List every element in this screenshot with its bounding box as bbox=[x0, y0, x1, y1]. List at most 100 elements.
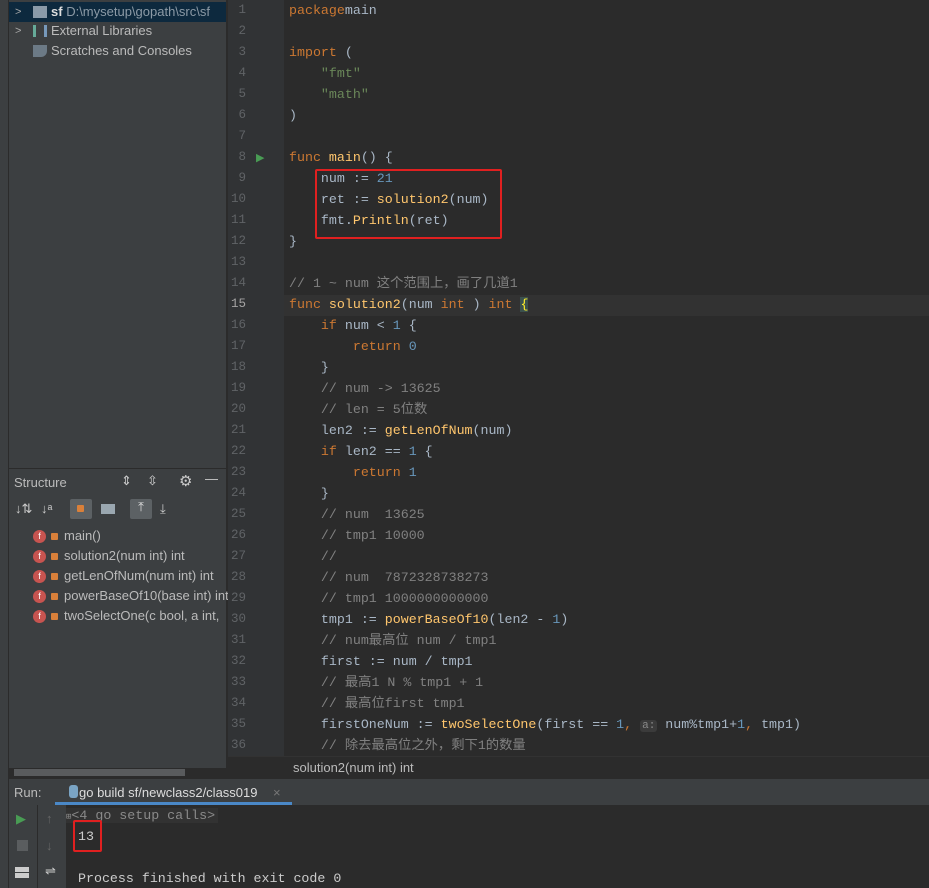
structure-item[interactable]: f twoSelectOne(c bool, a int, bbox=[33, 606, 219, 626]
sort-visibility-icon[interactable]: ↓⇅ bbox=[15, 501, 32, 517]
minimize-icon[interactable]: — bbox=[205, 471, 218, 486]
code-line[interactable]: "math" bbox=[289, 84, 369, 105]
code-line[interactable]: if len2 == 1 { bbox=[289, 441, 433, 462]
structure-item[interactable]: f powerBaseOf10(base int) int bbox=[33, 586, 229, 606]
line-number: 26 bbox=[230, 528, 246, 542]
code-line[interactable]: // 除去最高位之外，剩下1的数量 bbox=[289, 735, 526, 756]
code-line[interactable]: // len = 5位数 bbox=[289, 399, 427, 420]
function-icon: f bbox=[33, 570, 46, 584]
structure-item[interactable]: f solution2(num int) int bbox=[33, 546, 185, 566]
collapse-all-icon[interactable]: ⇳ bbox=[147, 473, 158, 489]
code-line[interactable]: return 1 bbox=[289, 462, 417, 483]
autoscroll-to-source-icon[interactable]: ⤒ bbox=[130, 499, 152, 519]
code-line[interactable]: // 最高1 N % tmp1 + 1 bbox=[289, 672, 483, 693]
horizontal-scrollbar[interactable] bbox=[14, 769, 185, 776]
line-number: 21 bbox=[230, 423, 246, 437]
line-number: 16 bbox=[230, 318, 246, 332]
code-line[interactable]: first := num / tmp1 bbox=[289, 651, 473, 672]
project-item-scratches[interactable]: Scratches and Consoles bbox=[9, 41, 226, 61]
highlight-box-main-body bbox=[315, 169, 502, 239]
autoscroll-from-source-icon[interactable]: ⤓ bbox=[160, 501, 166, 517]
code-line[interactable]: // bbox=[289, 546, 337, 567]
line-number: 13 bbox=[230, 255, 246, 269]
run-gutter-icon[interactable]: ▶ bbox=[256, 151, 264, 164]
scratches-icon bbox=[33, 45, 47, 57]
line-number: 30 bbox=[230, 612, 246, 626]
soft-wrap-icon[interactable]: ⇌ bbox=[45, 863, 56, 879]
function-icon: f bbox=[33, 590, 46, 604]
line-number: 11 bbox=[230, 213, 246, 227]
code-line[interactable]: packagemain bbox=[289, 0, 377, 21]
lock-icon bbox=[51, 593, 58, 601]
structure-panel: Structure ⇕ ⇳ ⚙ — ↓⇅ ↓ᵃ ⤒ ⤓ f main() f solu… bbox=[9, 468, 229, 768]
line-number: 1 bbox=[238, 3, 246, 17]
code-line[interactable]: // num 7872328738273 bbox=[289, 567, 489, 588]
code-line[interactable]: ) bbox=[289, 105, 297, 126]
close-icon[interactable]: × bbox=[273, 785, 281, 800]
code-line[interactable]: // 1 ~ num 这个范围上，画了几道1 bbox=[289, 273, 518, 294]
line-number: 10 bbox=[230, 192, 246, 206]
structure-title: Structure bbox=[14, 475, 67, 490]
left-tool-strip bbox=[0, 0, 9, 888]
line-number: 34 bbox=[230, 696, 246, 710]
code-line[interactable]: if num < 1 { bbox=[289, 315, 417, 336]
code-line[interactable]: tmp1 := powerBaseOf10(len2 - 1) bbox=[289, 609, 568, 630]
code-line[interactable]: "fmt" bbox=[289, 63, 361, 84]
run-tools: ▶ bbox=[9, 805, 37, 888]
line-number: 8 bbox=[238, 150, 246, 164]
code-line[interactable]: } bbox=[289, 483, 329, 504]
layout-icon[interactable] bbox=[15, 867, 29, 878]
line-number: 9 bbox=[238, 171, 246, 185]
line-number: 12 bbox=[230, 234, 246, 248]
stop-icon[interactable] bbox=[17, 840, 28, 851]
show-private-toggle[interactable] bbox=[70, 499, 92, 519]
gear-icon[interactable]: ⚙ bbox=[179, 472, 192, 490]
code-line[interactable]: // num最高位 num / tmp1 bbox=[289, 630, 497, 651]
sort-alpha-icon[interactable]: ↓ᵃ bbox=[41, 501, 52, 516]
line-number: 4 bbox=[238, 66, 246, 80]
code-line[interactable]: return 0 bbox=[289, 336, 417, 357]
highlight-box-output bbox=[73, 820, 102, 852]
arrow-down-icon[interactable]: ↓ bbox=[46, 838, 53, 853]
code-line[interactable]: } bbox=[289, 357, 329, 378]
breadcrumb[interactable]: solution2(num int) int bbox=[228, 756, 929, 779]
code-line[interactable]: func main() { bbox=[289, 147, 393, 168]
project-item-external-libraries[interactable]: > External Libraries bbox=[9, 21, 226, 41]
code-line[interactable]: // tmp1 10000 bbox=[289, 525, 425, 546]
lock-icon bbox=[51, 573, 58, 581]
code-line[interactable]: import ( bbox=[289, 42, 353, 63]
line-number: 35 bbox=[230, 717, 246, 731]
line-number: 7 bbox=[238, 129, 246, 143]
arrow-up-icon[interactable]: ↑ bbox=[46, 811, 53, 826]
go-icon bbox=[69, 785, 78, 798]
line-number: 36 bbox=[230, 738, 246, 752]
function-icon: f bbox=[33, 610, 46, 624]
code-line[interactable]: func solution2(num int ) int { bbox=[289, 294, 529, 315]
chevron-right-icon[interactable]: > bbox=[15, 21, 21, 41]
structure-item[interactable]: f getLenOfNum(num int) int bbox=[33, 566, 214, 586]
line-number: 25 bbox=[230, 507, 246, 521]
project-panel: > sf D:\mysetup\gopath\src\sf > External… bbox=[9, 0, 226, 468]
line-number: 32 bbox=[230, 654, 246, 668]
line-number: 3 bbox=[238, 45, 246, 59]
project-item-sf[interactable]: > sf D:\mysetup\gopath\src\sf bbox=[9, 2, 226, 22]
structure-item[interactable]: f main() bbox=[33, 526, 101, 546]
code-line[interactable]: // num 13625 bbox=[289, 504, 425, 525]
folder-icon[interactable] bbox=[101, 504, 115, 514]
line-number: 19 bbox=[230, 381, 246, 395]
code-line[interactable]: len2 := getLenOfNum(num) bbox=[289, 420, 513, 441]
code-line[interactable]: // 最高位first tmp1 bbox=[289, 693, 465, 714]
function-icon: f bbox=[33, 550, 46, 564]
line-number: 33 bbox=[230, 675, 246, 689]
code-line[interactable]: // tmp1 1000000000000 bbox=[289, 588, 489, 609]
code-line[interactable]: firstOneNum := twoSelectOne(first == 1, … bbox=[289, 714, 801, 735]
function-icon: f bbox=[33, 530, 46, 544]
run-tab[interactable]: go build sf/newclass2/class019 × bbox=[55, 779, 292, 805]
expand-all-icon[interactable]: ⇕ bbox=[121, 473, 132, 489]
rerun-icon[interactable]: ▶ bbox=[16, 811, 26, 827]
lock-icon bbox=[51, 533, 58, 541]
code-line[interactable]: } bbox=[289, 231, 297, 252]
code-line[interactable]: // num -> 13625 bbox=[289, 378, 441, 399]
chevron-right-icon[interactable]: > bbox=[15, 2, 21, 22]
run-console[interactable]: ⊞<4 go setup calls> 13 Process finished … bbox=[66, 805, 929, 888]
